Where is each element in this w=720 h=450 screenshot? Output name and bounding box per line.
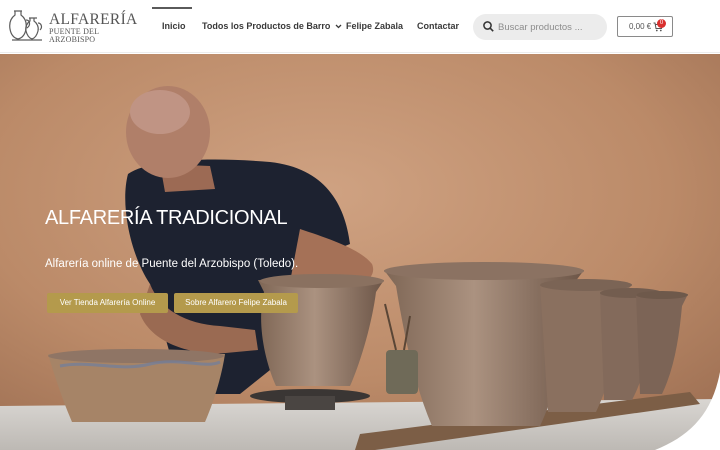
nav-item-productos[interactable]: Todos los Productos de Barro [202, 21, 342, 31]
cart-amount: 0,00 € [629, 22, 652, 31]
site-header: ALFARERÍA PUENTE DEL ARZOBISPO Inicio To… [0, 0, 720, 53]
nav-item-felipe-zabala[interactable]: Felipe Zabala [346, 21, 403, 31]
hero-photo-potter [0, 54, 720, 450]
cart-count-badge: 0 [657, 19, 666, 28]
cart-button[interactable]: 0,00 € 0 [617, 16, 673, 37]
hero-section: ALFARERÍA TRADICIONAL Alfarería online d… [0, 54, 720, 450]
site-logo[interactable]: ALFARERÍA PUENTE DEL ARZOBISPO [8, 8, 137, 44]
search-icon[interactable] [483, 21, 494, 32]
search-input[interactable] [498, 14, 602, 40]
nav-item-productos-label: Todos los Productos de Barro [202, 21, 331, 31]
nav-item-contactar[interactable]: Contactar [417, 21, 459, 31]
hero-subtitle: Alfarería online de Puente del Arzobispo… [45, 258, 299, 270]
search-box [473, 14, 607, 40]
jug-logo-icon [9, 10, 43, 41]
hero-title: ALFARERÍA TRADICIONAL [45, 207, 288, 229]
logo-subtitle-line2: ARZOBISPO [49, 35, 96, 44]
nav-active-indicator [152, 7, 192, 9]
about-potter-button[interactable]: Sobre Alfarero Felipe Zabala [174, 293, 298, 313]
nav-item-inicio[interactable]: Inicio [162, 21, 186, 31]
shop-online-button[interactable]: Ver Tienda Alfarería Online [47, 293, 168, 313]
chevron-down-icon [335, 24, 342, 29]
